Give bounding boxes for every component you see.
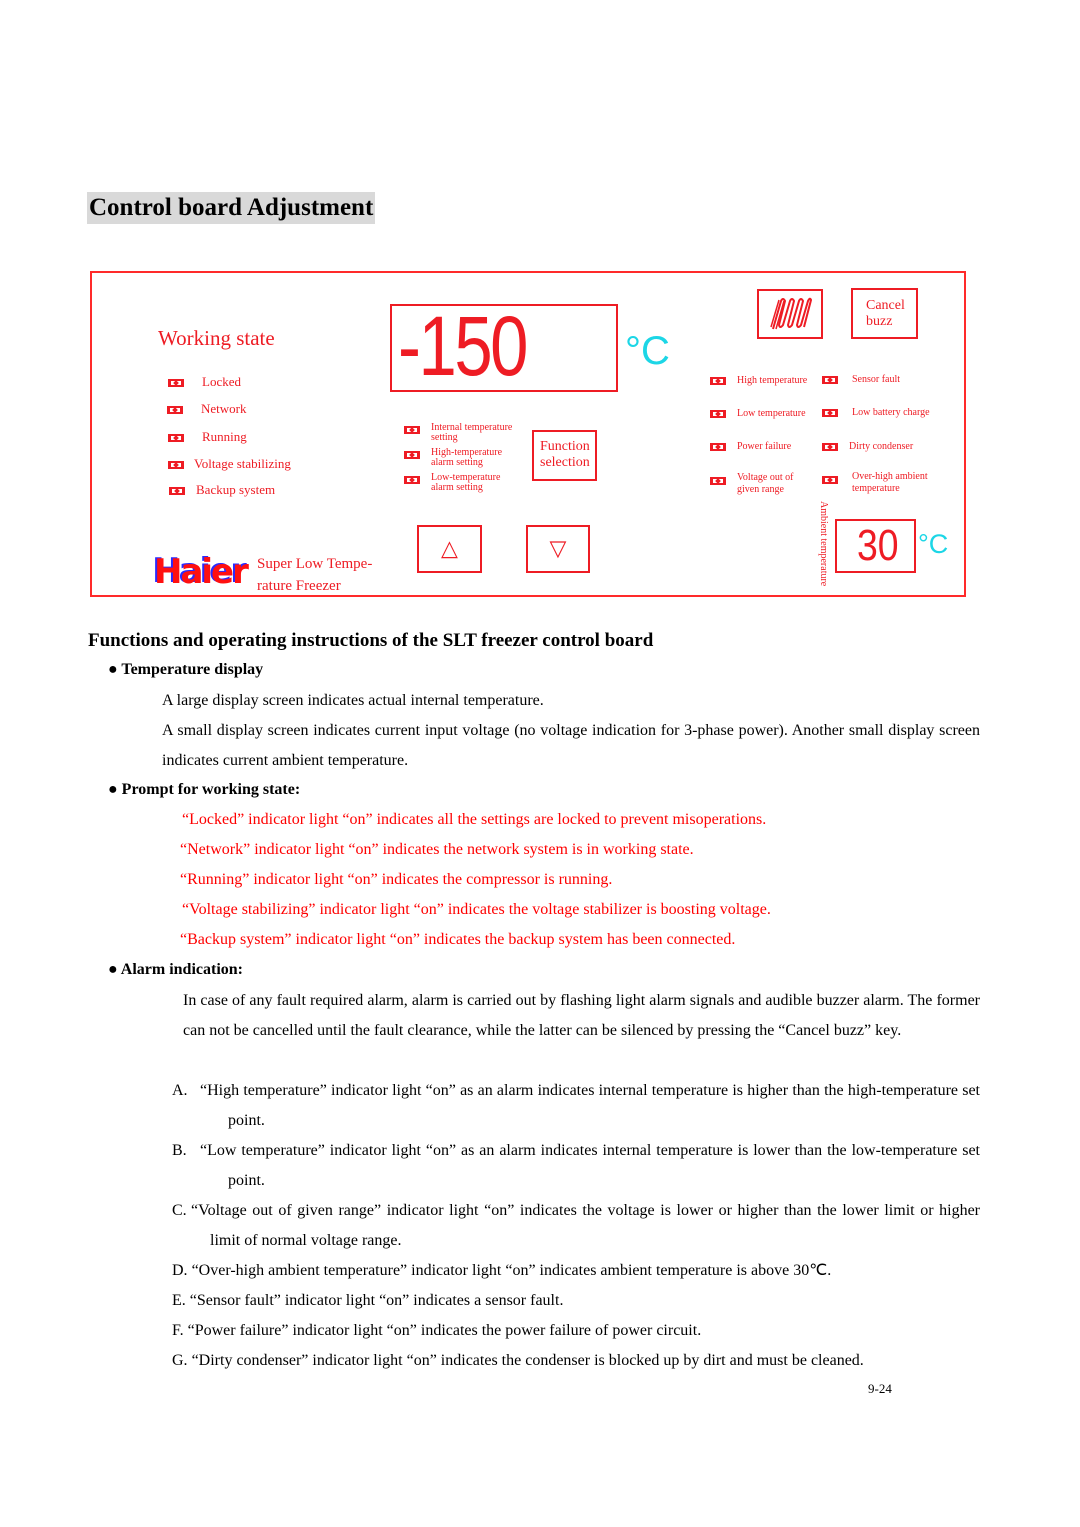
ambient-temperature-label: Ambient temperature (818, 501, 829, 587)
working-state-prompt-line: “Backup system” indicator light “on” ind… (180, 931, 736, 948)
triangle-down-icon: ▽ (549, 536, 567, 562)
cancel-buzz-button[interactable]: Cancel buzz (851, 288, 918, 339)
indicator-led-icon (404, 476, 420, 484)
alarm-list-item: B. “Low temperature” indicator light “on”… (172, 1142, 980, 1189)
alarm-list-item: A. “High temperature” indicator light “on… (172, 1082, 980, 1129)
temperature-display-heading: ● Temperature display (108, 661, 264, 678)
alarm-list-item: F. “Power failure” indicator light “on” … (172, 1322, 702, 1339)
indicator-led-icon (168, 434, 184, 443)
setting-indicator-internal-temperature: Internal temperature setting (404, 423, 524, 445)
working-state-item-backup-system: Backup system (169, 482, 275, 498)
indicator-led-icon (710, 377, 726, 385)
alarm-list-item: E. “Sensor fault” indicator light “on” i… (172, 1292, 564, 1309)
working-state-prompt-line: “Locked” indicator light “on” indicates … (182, 811, 767, 828)
indicator-led-icon (404, 426, 420, 434)
working-state-prompt-line: “Voltage stabilizing” indicator light “o… (182, 901, 771, 918)
indicator-led-icon (167, 406, 183, 415)
ambient-temperature-value: 30 (857, 521, 899, 570)
heater-button[interactable] (757, 289, 823, 339)
working-state-prompt-line: “Running” indicator light “on” indicates… (180, 871, 613, 888)
page-title: Control board Adjustment (87, 192, 376, 224)
indicator-led-icon (710, 410, 726, 418)
indicator-led-icon (822, 476, 838, 484)
indicator-led-icon (710, 443, 726, 451)
ambient-temperature-display: 30 (835, 519, 916, 573)
main-temperature-display: -150 (390, 299, 618, 393)
haier-logo: Haier (154, 552, 249, 592)
function-selection-button[interactable]: Function selection (532, 430, 597, 481)
setting-indicator-high-temperature-alarm: High-temperature alarm setting (404, 448, 524, 470)
working-state-item-running: Running (168, 429, 247, 445)
indicator-led-icon (169, 487, 185, 496)
triangle-up-icon: △ (441, 536, 458, 562)
indicator-led-icon (822, 443, 838, 451)
working-state-item-voltage-stabilizing: Voltage stabilizing (168, 456, 291, 472)
indicator-led-icon (710, 477, 726, 485)
main-temperature-value: -150 (398, 299, 528, 393)
indicator-led-icon (822, 376, 838, 384)
indicator-led-icon (404, 451, 420, 459)
indicator-led-icon (168, 461, 184, 470)
temperature-display-text-2: A small display screen indicates current… (162, 722, 980, 769)
page-number: 9-24 (868, 1381, 892, 1396)
control-board-diagram: Working state Locked Network Running Vol… (90, 271, 966, 597)
heater-coil-icon (770, 297, 813, 330)
working-state-prompt-heading: ● Prompt for working state: (108, 781, 301, 798)
working-state-item-locked: Locked (168, 374, 241, 390)
alarm-indication-intro: In case of any fault required alarm, ala… (183, 992, 980, 1039)
down-button[interactable]: ▽ (526, 525, 590, 573)
working-state-prompt-line: “Network” indicator light “on” indicates… (180, 841, 694, 858)
setting-indicator-low-temperature-alarm: Low-temperature alarm setting (404, 473, 524, 495)
section-heading: Functions and operating instructions of … (88, 630, 654, 651)
alarm-indicator-over-high-ambient: Over-high ambient temperature (822, 471, 932, 497)
alarm-indication-heading: ● Alarm indication: (108, 961, 243, 978)
up-button[interactable]: △ (417, 525, 482, 573)
alarm-indicator-voltage-out-of-range: Voltage out of given range (710, 472, 810, 498)
alarm-list-item: C. “Voltage out of given range” indicator… (172, 1202, 980, 1249)
alarm-list-item: G. “Dirty condenser” indicator light “on… (172, 1352, 864, 1369)
ambient-temperature-unit: °C (918, 529, 949, 559)
main-temperature-unit: °C (625, 329, 670, 373)
product-name: Super Low Tempe- rature Freezer (257, 556, 373, 594)
temperature-display-text-1: A large display screen indicates actual … (162, 692, 544, 709)
alarm-list-item: D. “Over-high ambient temperature” indic… (172, 1262, 832, 1279)
indicator-led-icon (168, 379, 184, 388)
working-state-item-network: Network (167, 401, 247, 417)
working-state-title: Working state (158, 326, 275, 350)
indicator-led-icon (822, 409, 838, 417)
